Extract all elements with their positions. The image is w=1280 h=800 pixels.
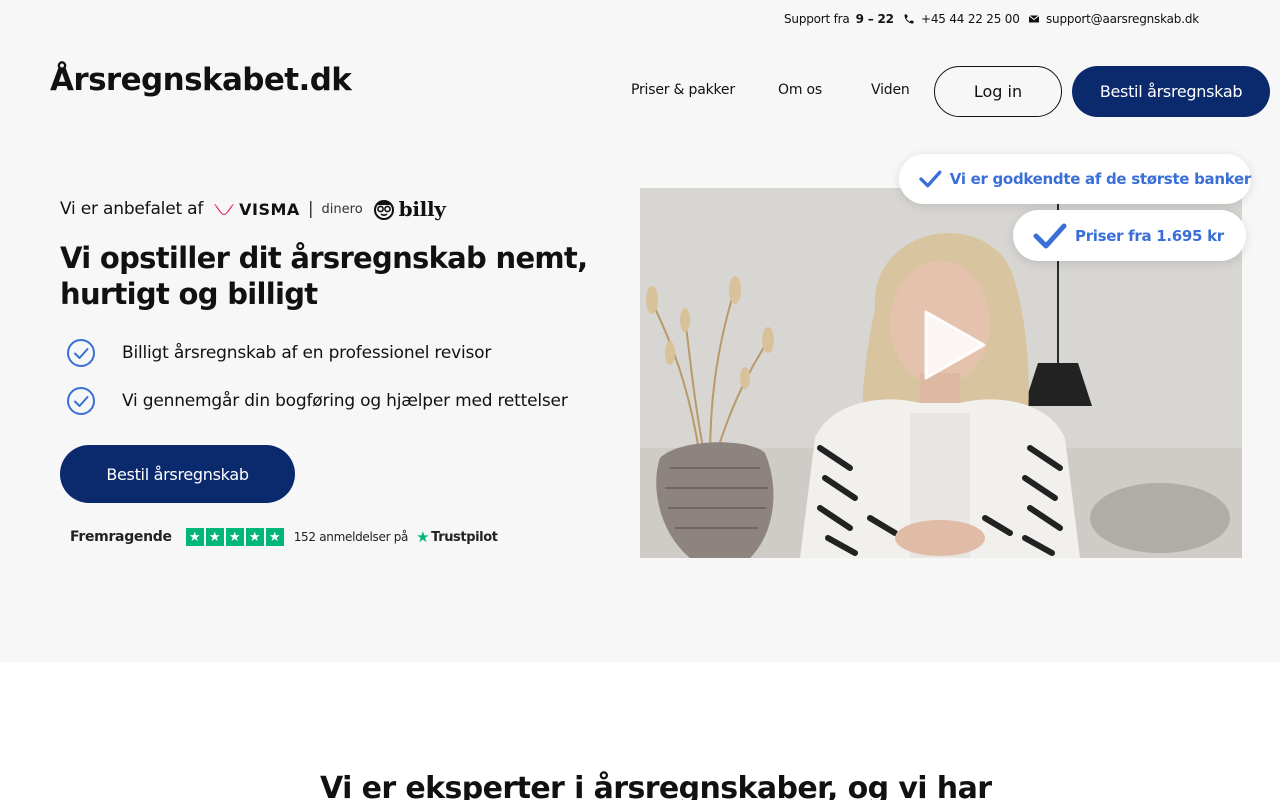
order-button-header[interactable]: Bestil årsregnskab [1072,66,1270,117]
hero-title: Vi opstiller dit årsregnskab nemt, hurti… [60,241,588,311]
envelope-icon [1028,15,1040,23]
trustpilot-widget[interactable]: Fremragende ★ ★ ★ ★ ★ 152 anmeldelser på ★ T… [70,528,498,546]
bank-approval-text: Vi er godkendte af de største banker [949,170,1252,188]
phone-link[interactable]: +45 44 22 25 00 [903,12,1020,26]
phone-icon [904,14,914,24]
nav-viden[interactable]: Viden [871,82,910,98]
trustpilot-star-icon: ★ [265,528,284,546]
feature-item: Billigt årsregnskab af en professionel r… [66,338,491,368]
price-badge: Priser fra 1.695 kr [1013,210,1246,261]
dinero-logo: dinero [321,201,363,217]
visma-wordmark: VISMA [239,199,300,219]
login-button[interactable]: Log in [934,66,1062,117]
phone-number: +45 44 22 25 00 [921,12,1020,26]
order-button-hero[interactable]: Bestil årsregnskab [60,445,295,503]
trustpilot-star-icon: ★ [416,528,430,546]
top-bar: Support fra 9 – 22 +45 44 22 25 00 suppo… [0,0,1280,40]
checkmark-icon [919,170,942,188]
trustpilot-star-icon: ★ [245,528,264,546]
email-address: support@aarsregnskab.dk [1046,12,1199,26]
support-prefix: Support fra [784,12,850,26]
billy-wordmark: billy [398,197,446,221]
visma-mark-icon [214,204,235,215]
trustpilot-review-count: 152 anmeldelser på [293,530,409,544]
email-link[interactable]: support@aarsregnskab.dk [1028,12,1199,26]
bank-approval-badge: Vi er godkendte af de største banker [899,154,1251,204]
checkmark-icon [1033,223,1067,248]
section-title: Vi er eksperter i årsregnskaber, og vi h… [320,771,992,800]
trustpilot-star-icon: ★ [185,528,204,546]
check-circle-icon [67,387,95,415]
price-text: Priser fra 1.695 kr [1075,226,1224,245]
feature-item: Vi gennemgår din bogføring og hjælper me… [66,386,568,416]
trustpilot-stars: ★ ★ ★ ★ ★ [185,528,284,546]
feature-text: Billigt årsregnskab af en professionel r… [122,343,492,363]
billy-face-icon [373,200,394,220]
feature-text: Vi gennemgår din bogføring og hjælper me… [122,391,568,411]
trustpilot-star-icon: ★ [225,528,244,546]
nav-priser-pakker[interactable]: Priser & pakker [631,82,735,98]
trustpilot-brand: Trustpilot [431,529,498,545]
recommended-by-label: Vi er anbefalet af [60,199,204,219]
nav-om-os[interactable]: Om os [778,82,822,98]
trustpilot-star-icon: ★ [205,528,224,546]
check-circle-icon [67,339,95,367]
partner-separator: | [307,199,314,219]
trustpilot-logo: ★ Trustpilot [416,528,498,546]
billy-logo: billy [373,197,446,221]
recommended-by: Vi er anbefalet af VISMA | dinero billy [60,197,446,221]
support-hours: Support fra 9 – 22 [784,12,894,26]
site-logo[interactable]: Årsregnskabet.dk [50,62,352,98]
support-hours-value: 9 – 22 [855,12,894,26]
visma-logo: VISMA [213,200,300,219]
trustpilot-rating-text: Fremragende [70,529,172,545]
play-icon[interactable] [922,310,986,380]
